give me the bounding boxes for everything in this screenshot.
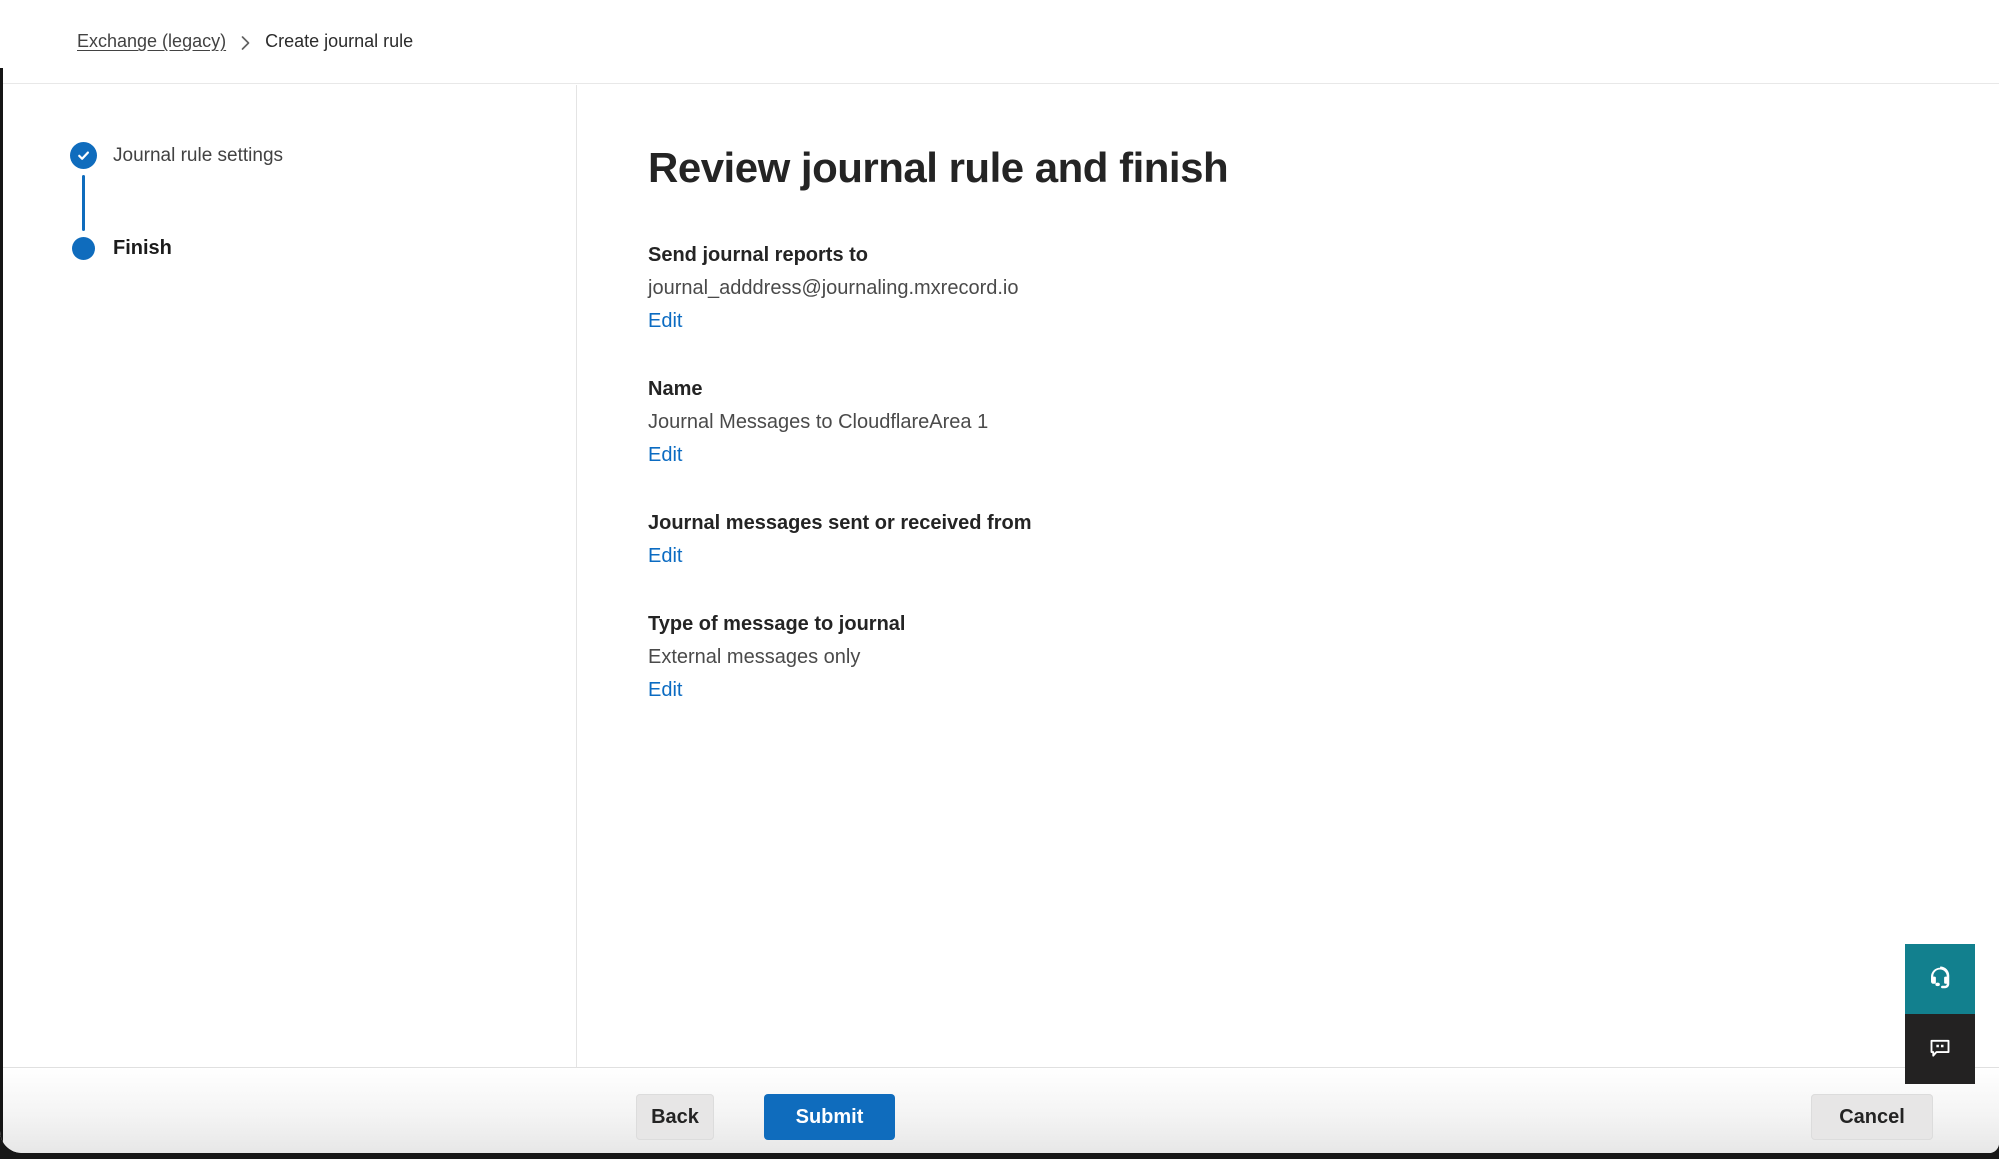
top-bar: Exchange (legacy) Create journal rule [0, 0, 1999, 84]
submit-button[interactable]: Submit [764, 1094, 895, 1140]
section-label: Type of message to journal [648, 608, 1999, 641]
section-value: journal_adddress@journaling.mxrecord.io [648, 272, 1999, 305]
edit-name-link[interactable]: Edit [648, 439, 682, 472]
section-journal-messages-from: Journal messages sent or received from E… [648, 507, 1999, 573]
breadcrumb-exchange-legacy[interactable]: Exchange (legacy) [77, 31, 226, 52]
main-row: Journal rule settings Finish Review jour… [0, 85, 1999, 1067]
headset-icon [1925, 963, 1955, 996]
section-label: Journal messages sent or received from [648, 507, 1999, 540]
section-label: Send journal reports to [648, 239, 1999, 272]
chat-icon [1925, 1033, 1955, 1066]
floating-button-stack [1905, 944, 1975, 1084]
check-icon [70, 142, 97, 169]
stepper-step-label: Journal rule settings [113, 145, 283, 167]
review-content: Review journal rule and finish Send jour… [577, 85, 1999, 1067]
edit-journal-messages-link[interactable]: Edit [648, 540, 682, 573]
window-left-edge [0, 68, 3, 1153]
section-name: Name Journal Messages to CloudflareArea … [648, 373, 1999, 472]
stepper-step-finish: Finish [70, 237, 576, 260]
filled-dot-icon [72, 237, 95, 260]
chevron-right-icon [240, 32, 251, 52]
stepper-connector-line [82, 175, 85, 231]
section-send-journal-reports-to: Send journal reports to journal_adddress… [648, 239, 1999, 338]
back-button[interactable]: Back [636, 1094, 714, 1140]
edit-send-journal-reports-link[interactable]: Edit [648, 305, 682, 338]
edit-type-of-message-link[interactable]: Edit [648, 674, 682, 707]
section-value: Journal Messages to CloudflareArea 1 [648, 406, 1999, 439]
stepper-step-journal-rule-settings[interactable]: Journal rule settings [70, 142, 576, 169]
section-value: External messages only [648, 641, 1999, 674]
stepper-step-label: Finish [113, 237, 172, 260]
cancel-button[interactable]: Cancel [1811, 1094, 1933, 1140]
breadcrumb: Exchange (legacy) Create journal rule [77, 31, 413, 52]
section-type-of-message: Type of message to journal External mess… [648, 608, 1999, 707]
footer-action-bar: Back Submit Cancel [0, 1067, 1999, 1153]
app-window: Exchange (legacy) Create journal rule Jo… [0, 0, 1999, 1153]
feedback-button[interactable] [1905, 1014, 1975, 1084]
breadcrumb-create-journal-rule: Create journal rule [265, 31, 413, 52]
wizard-stepper-panel: Journal rule settings Finish [0, 85, 577, 1067]
section-label: Name [648, 373, 1999, 406]
help-support-button[interactable] [1905, 944, 1975, 1014]
page-title: Review journal rule and finish [648, 144, 1999, 192]
